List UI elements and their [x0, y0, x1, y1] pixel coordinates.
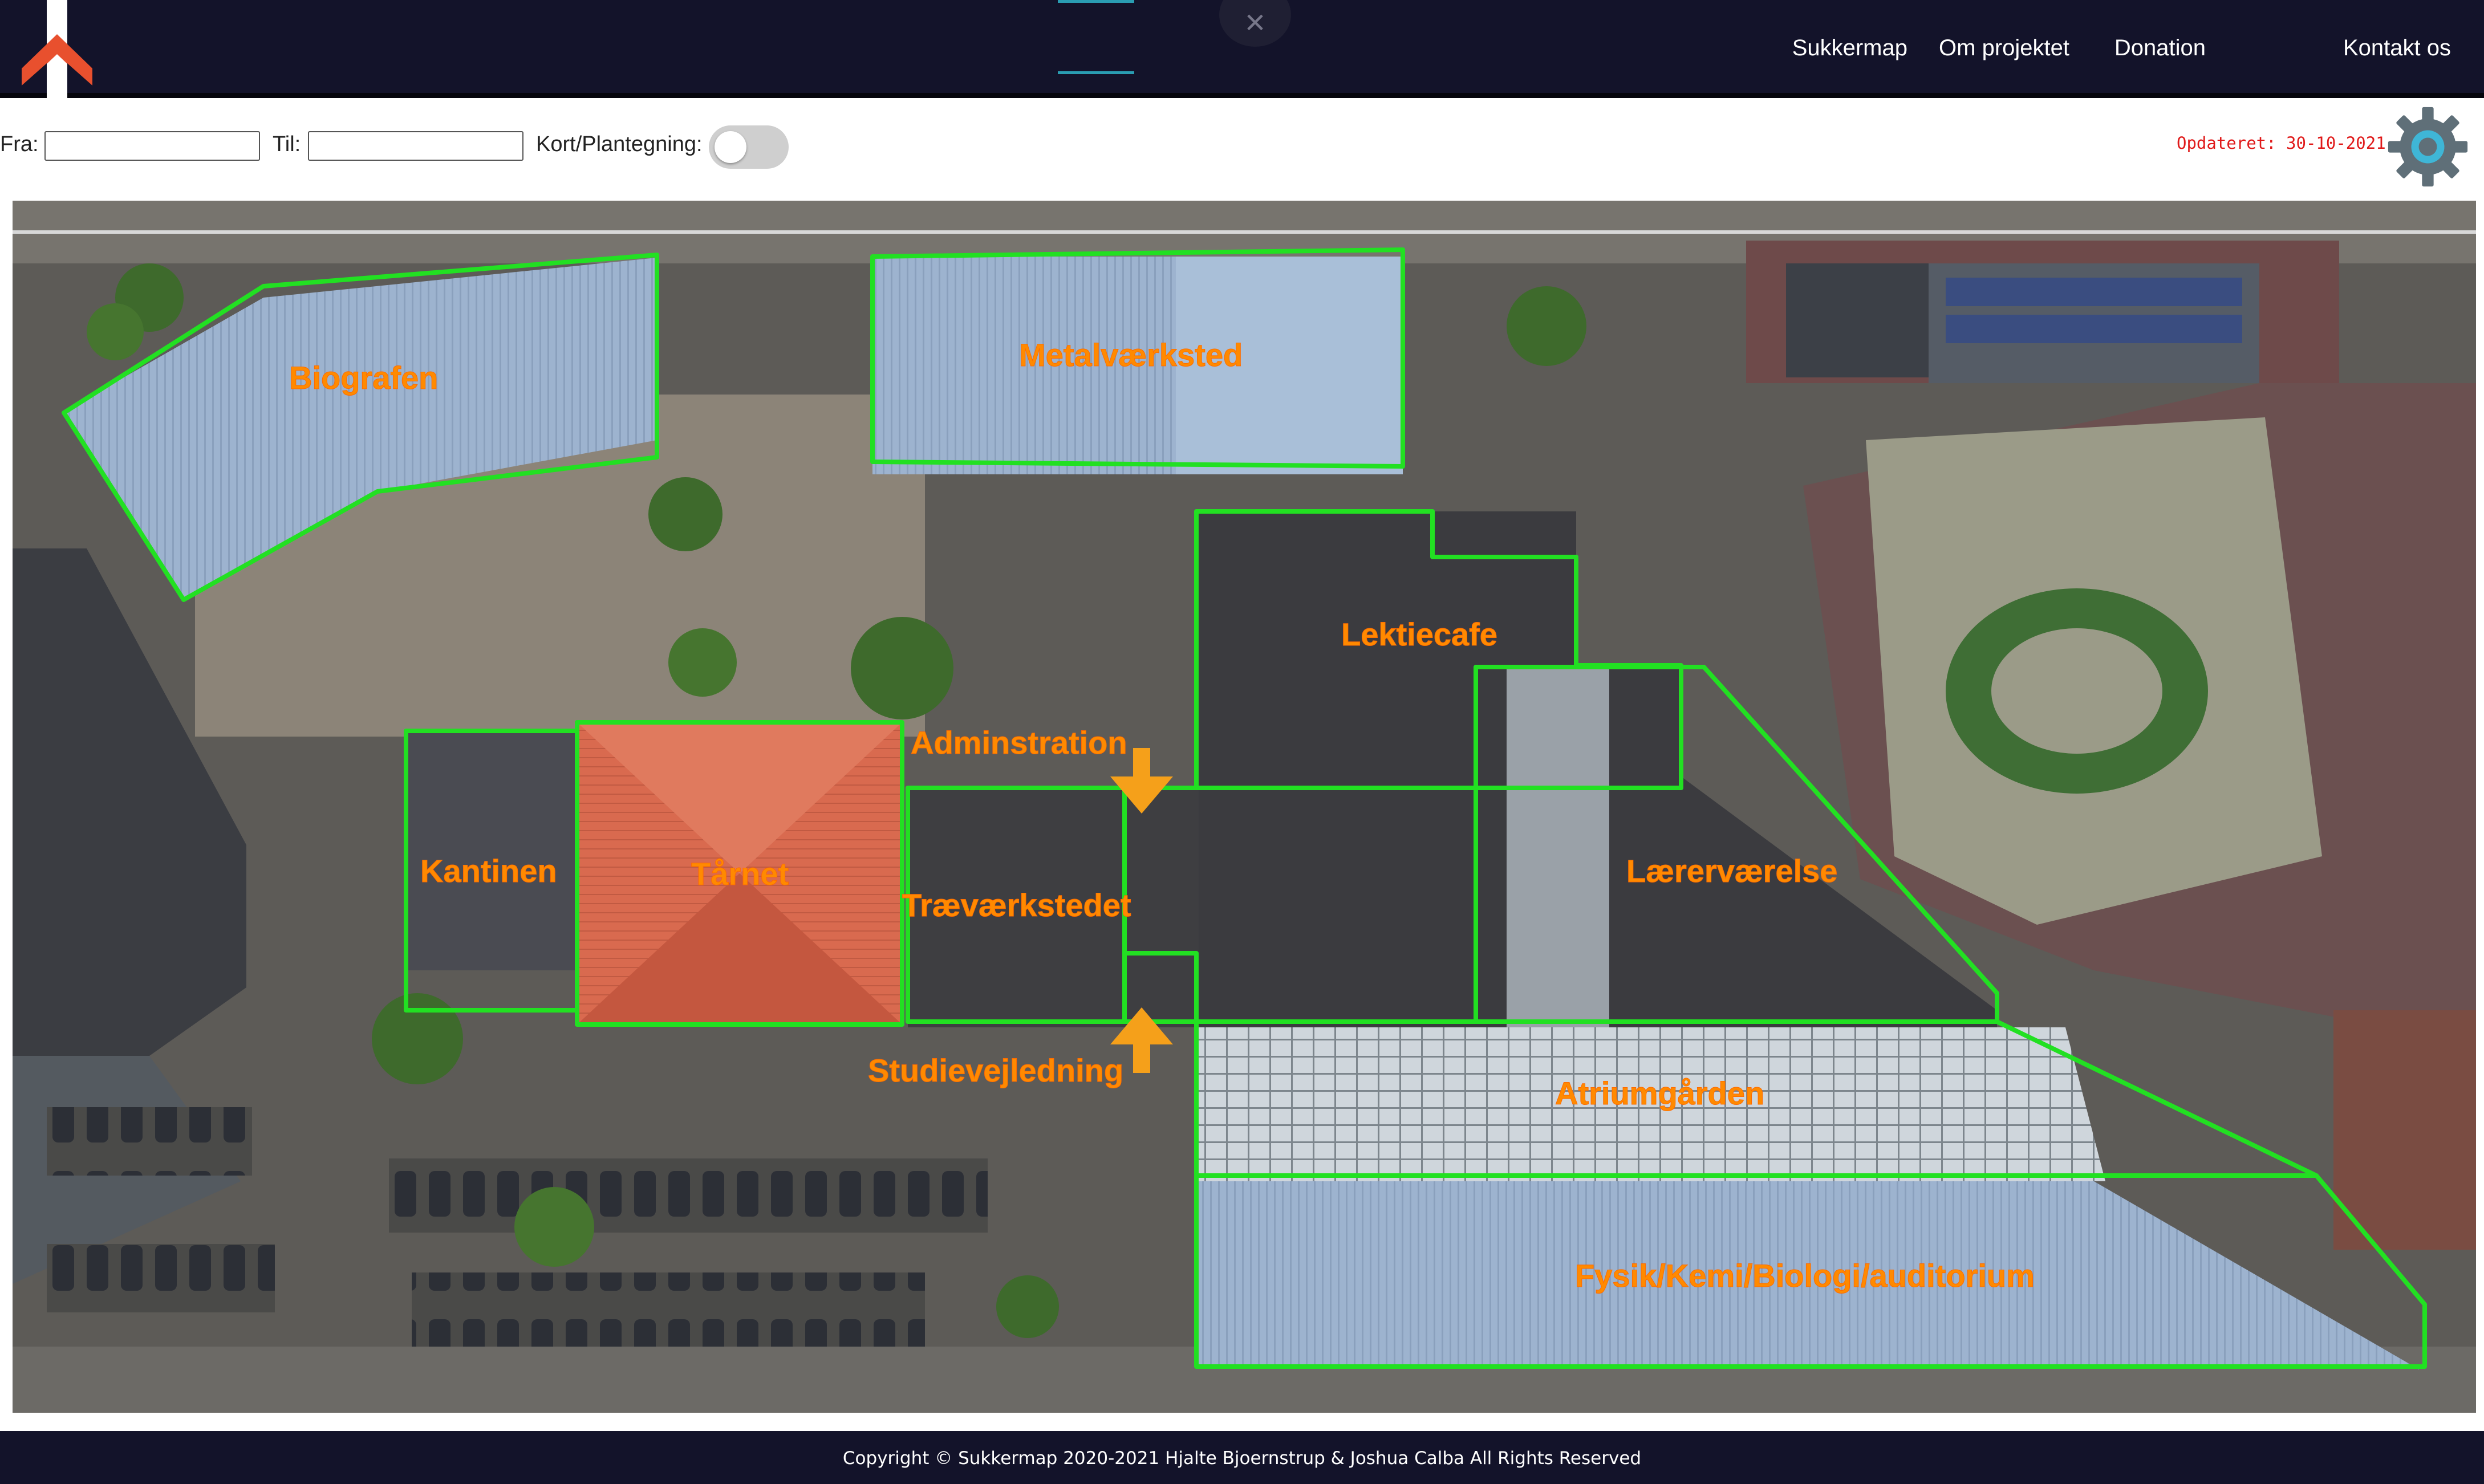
nav-link-donation[interactable]: Donation [2114, 35, 2206, 61]
room-label-atriumgaarden[interactable]: Atriumgården [1555, 1075, 1765, 1112]
tab-underline [1058, 71, 1134, 74]
gear-icon[interactable] [2386, 105, 2469, 188]
parking-north [389, 1158, 988, 1233]
nav-link-kontakt-os[interactable]: Kontakt os [2343, 35, 2451, 61]
to-label: Til: [273, 132, 301, 156]
room-label-kantinen[interactable]: Kantinen [420, 853, 558, 889]
room-label-taarnet[interactable]: Tårnet [691, 856, 789, 892]
room-label-laerervaerelse[interactable]: Lærerværelse [1626, 853, 1838, 889]
footer: Copyright © Sukkermap 2020-2021 Hjalte B… [0, 1431, 2484, 1484]
room-label-biografen[interactable]: Biografen [289, 360, 439, 396]
parking-south [412, 1272, 925, 1347]
toggle-knob [715, 131, 746, 163]
campus-map[interactable]: Biografen Metalværksted Lektiecafe Admin… [13, 201, 2476, 1413]
close-icon[interactable]: × [1219, 0, 1291, 47]
arrow-up-logo-icon[interactable] [17, 0, 97, 98]
from-input[interactable] [44, 131, 260, 161]
top-navbar: × Sukkermap Om projektet Donation Kontak… [0, 0, 2484, 98]
nav-link-sukkermap[interactable]: Sukkermap [1792, 35, 1907, 61]
room-label-studievejledning[interactable]: Studievejledning [868, 1052, 1124, 1089]
from-label: Fra: [0, 132, 39, 156]
route-controls: Fra: Til: Kort/Plantegning: Opdateret: 3… [0, 103, 2484, 200]
copyright-text: Copyright © Sukkermap 2020-2021 Hjalte B… [842, 1448, 1642, 1469]
room-label-adminstration[interactable]: Adminstration [911, 725, 1128, 761]
nav-link-om-projektet[interactable]: Om projektet [1939, 35, 2069, 61]
room-label-fysik-kemi-biologi-auditorium[interactable]: Fysik/Kemi/Biologi/auditorium [1575, 1258, 2035, 1294]
room-label-traevaerkstedet[interactable]: Træværkstedet [902, 887, 1132, 924]
campus-map-svg: Biografen Metalværksted Lektiecafe Admin… [13, 201, 2476, 1413]
map-toggle-label: Kort/Plantegning: [536, 132, 703, 156]
to-input[interactable] [308, 131, 523, 161]
room-label-lektiecafe[interactable]: Lektiecafe [1341, 616, 1498, 653]
room-label-metalvaerksted[interactable]: Metalværksted [1019, 337, 1243, 373]
tab-indicator [1058, 0, 1134, 3]
map-floorplan-toggle[interactable] [709, 125, 789, 169]
updated-date: Opdateret: 30-10-2021 [2177, 133, 2386, 153]
